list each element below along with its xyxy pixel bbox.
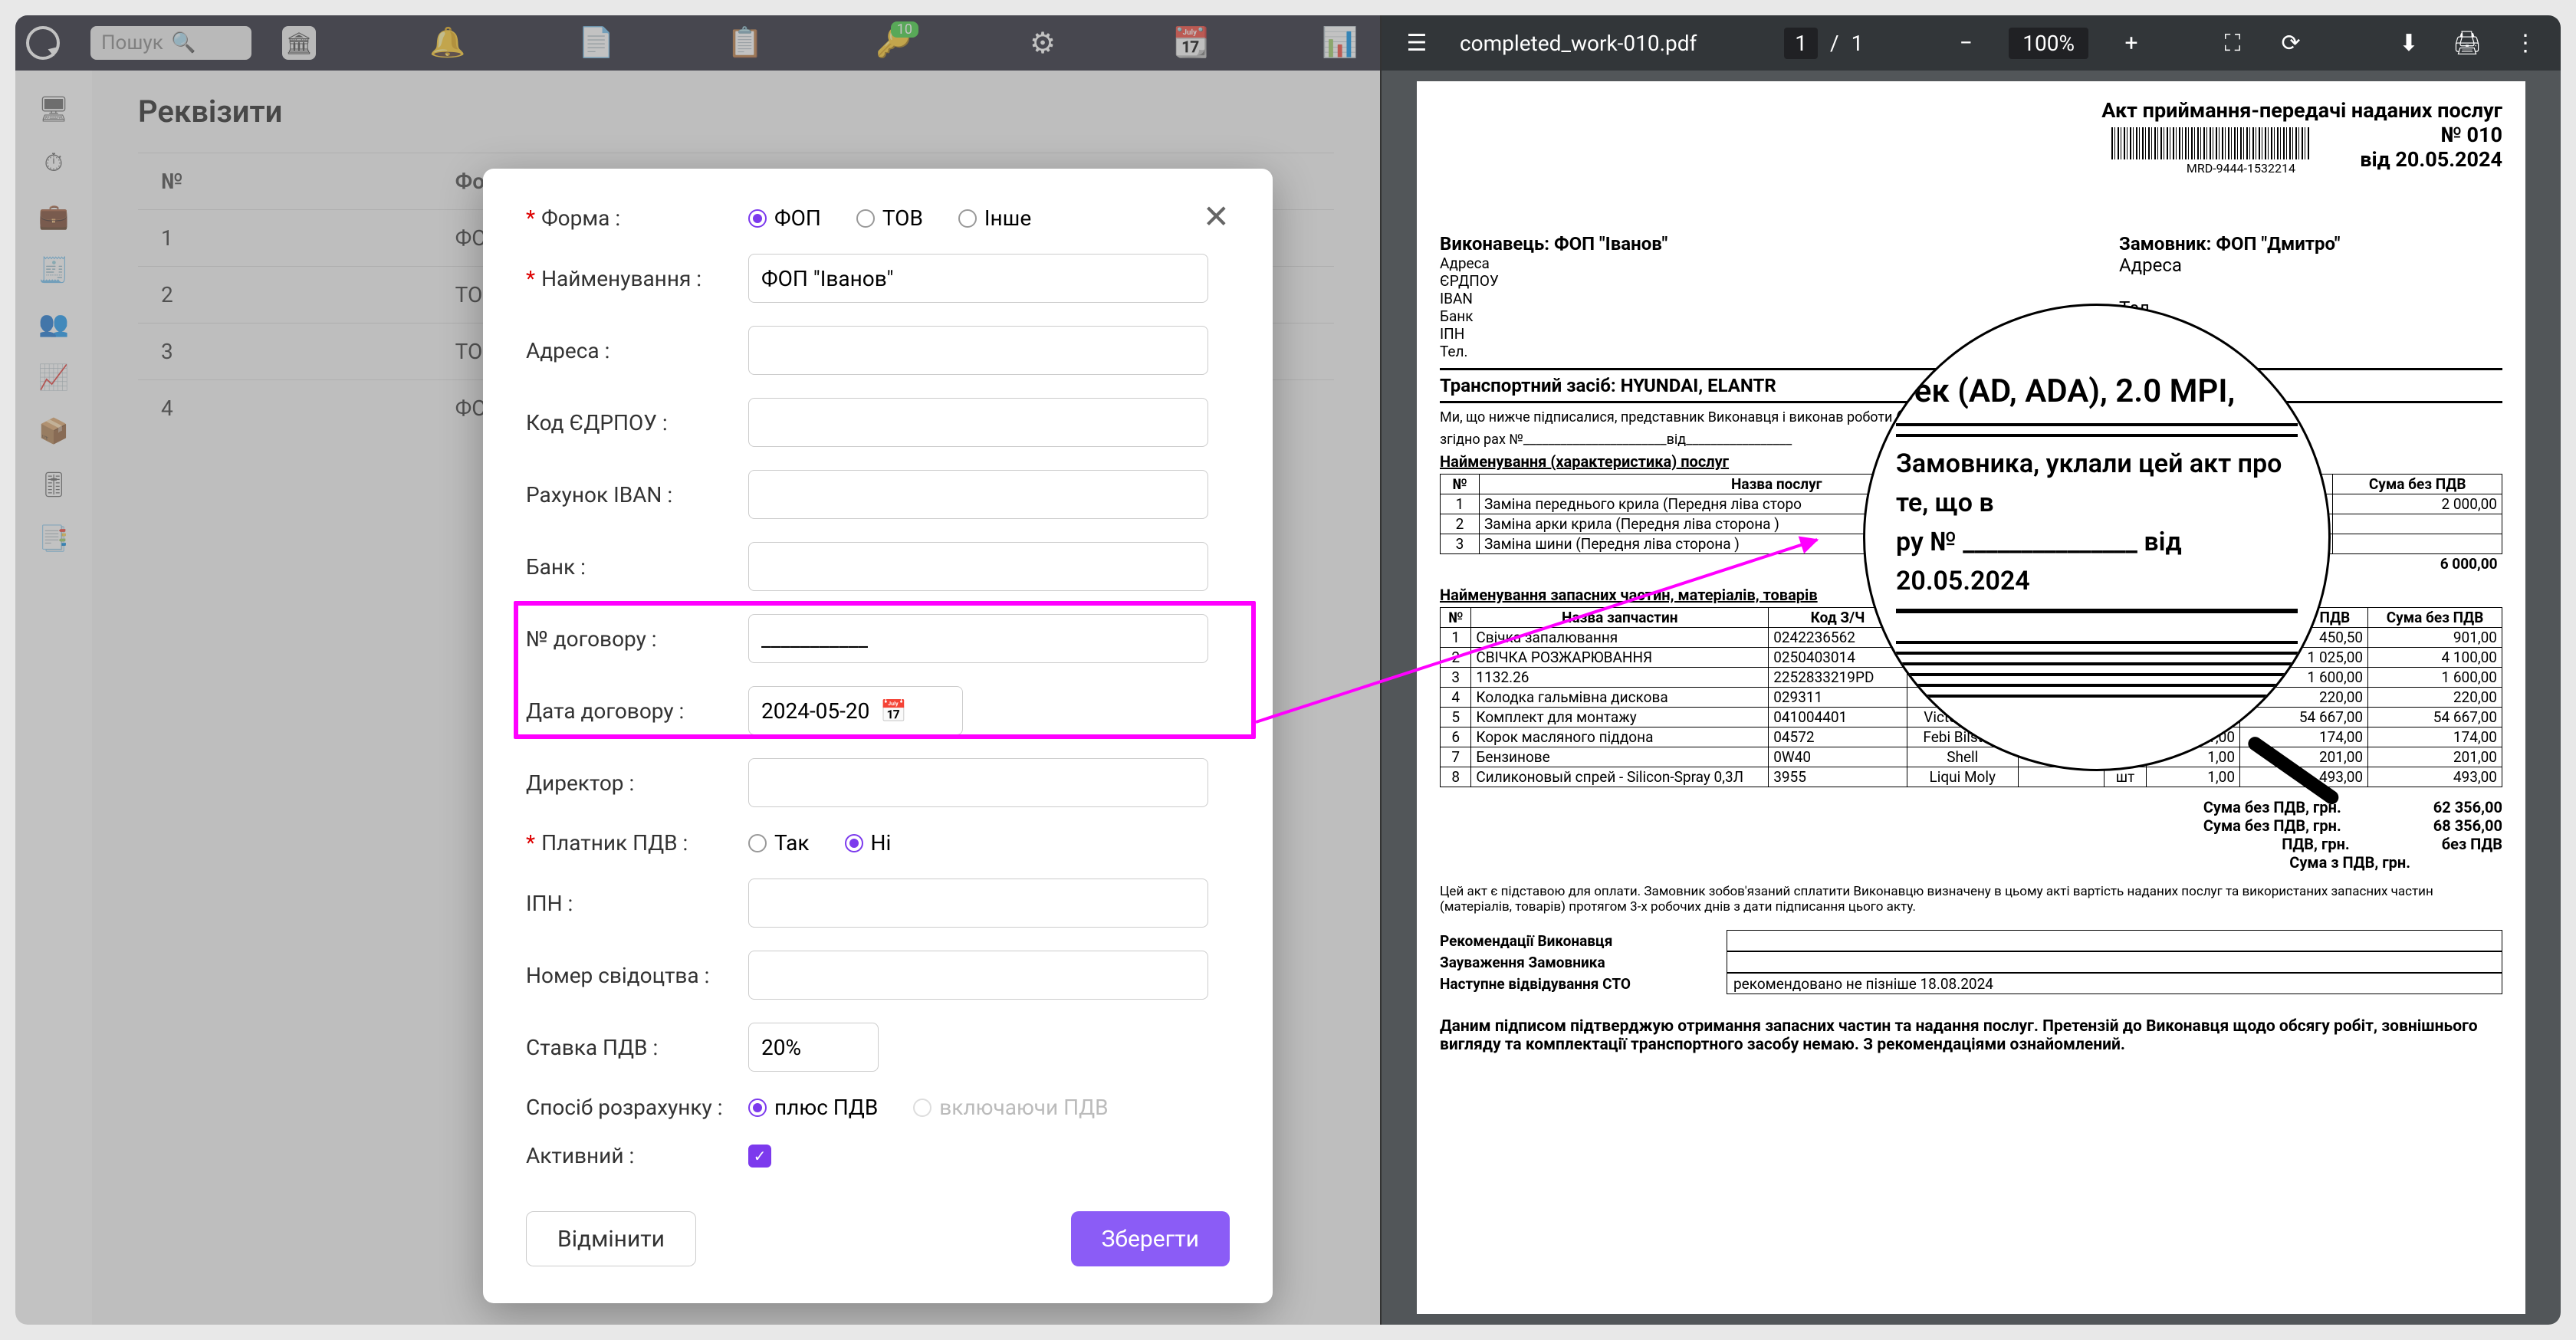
radio-other[interactable]: Інше: [958, 205, 1031, 231]
radio-fop[interactable]: ФОП: [748, 205, 821, 231]
print-icon[interactable]: 🖨: [2452, 28, 2482, 58]
address-input[interactable]: [748, 326, 1208, 375]
name-label: Найменування :: [541, 266, 702, 291]
form-label: Форма :: [541, 205, 620, 231]
contract-date-input[interactable]: 2024-05-20📅: [748, 686, 963, 735]
radio-plus-vat[interactable]: плюс ПДВ: [748, 1095, 878, 1120]
note: Цей акт є підставою для оплати. Замовник…: [1440, 884, 2502, 915]
name-input[interactable]: [748, 254, 1208, 303]
contract-date-label: Дата договору :: [526, 698, 748, 724]
radio-incl-vat: включаючи ПДВ: [913, 1095, 1108, 1120]
close-icon[interactable]: ✕: [1203, 198, 1230, 236]
edrpou-label: Код ЄДРПОУ :: [526, 410, 748, 435]
totals: Сума без ПДВ, грн.62 356,00 Сума без ПДВ…: [1440, 798, 2502, 872]
contract-no-input[interactable]: [748, 614, 1208, 663]
director-label: Директор :: [526, 770, 748, 796]
act-date: від 20.05.2024: [1440, 147, 2502, 172]
zoom-in-icon[interactable]: +: [2116, 28, 2147, 58]
iban-label: Рахунок IBAN :: [526, 482, 748, 507]
cancel-button[interactable]: Відмінити: [526, 1211, 696, 1266]
calendar-icon: 📅: [880, 698, 907, 724]
vat-rate-label: Ставка ПДВ :: [526, 1035, 748, 1060]
barcode-text: MRD-9444-1532214: [2187, 161, 2295, 176]
bank-input[interactable]: [748, 542, 1208, 591]
hamburger-icon[interactable]: ☰: [1401, 28, 1432, 58]
act-title: Акт приймання-передачі наданих послуг: [1440, 98, 2502, 123]
zoom-out-icon[interactable]: −: [1950, 28, 1981, 58]
confirm-text: Даним підписом підтверджую отримання зап…: [1440, 1017, 2502, 1054]
radio-vat-yes[interactable]: Так: [748, 830, 810, 856]
active-checkbox[interactable]: ✓: [748, 1145, 771, 1168]
zoom-value[interactable]: 100%: [2009, 28, 2088, 59]
ipn-input[interactable]: [748, 879, 1208, 928]
page-total: 1: [1852, 31, 1864, 56]
cert-input[interactable]: [748, 951, 1208, 1000]
save-button[interactable]: Зберегти: [1071, 1211, 1230, 1266]
pdf-toolbar: ☰ completed_work-010.pdf 1 / 1 − 100% + …: [1382, 15, 2561, 71]
contract-no-label: № договору :: [526, 626, 748, 652]
radio-tov[interactable]: ТОВ: [856, 205, 923, 231]
fit-page-icon[interactable]: ⛶: [2217, 28, 2248, 58]
pdf-filename: completed_work-010.pdf: [1460, 31, 1697, 56]
act-number: № 010: [1440, 123, 2502, 147]
cert-label: Номер свідоцтва :: [526, 963, 748, 988]
ipn-label: ІПН :: [526, 891, 748, 916]
vat-payer-label: Платник ПДВ :: [541, 830, 688, 856]
page-current[interactable]: 1: [1784, 28, 1818, 59]
bank-label: Банк :: [526, 554, 748, 580]
iban-input[interactable]: [748, 470, 1208, 519]
requisite-modal: ✕ *Форма : ФОП ТОВ Інше *Найменування : …: [483, 169, 1273, 1303]
barcode: [2111, 127, 2311, 159]
magnifier: бек (AD, ADA), 2.0 MPI, Замовника, уклал…: [1863, 304, 2331, 771]
director-input[interactable]: [748, 758, 1208, 807]
edrpou-input[interactable]: [748, 398, 1208, 447]
more-icon[interactable]: ⋮: [2510, 28, 2541, 58]
radio-vat-no[interactable]: Ні: [845, 830, 892, 856]
calc-label: Спосіб розрахунку :: [526, 1095, 748, 1120]
vat-rate-input[interactable]: 20%: [748, 1023, 879, 1072]
active-label: Активний :: [526, 1143, 748, 1168]
address-label: Адреса :: [526, 338, 748, 363]
rotate-icon[interactable]: ⟳: [2275, 28, 2306, 58]
download-icon[interactable]: ⬇: [2394, 28, 2424, 58]
